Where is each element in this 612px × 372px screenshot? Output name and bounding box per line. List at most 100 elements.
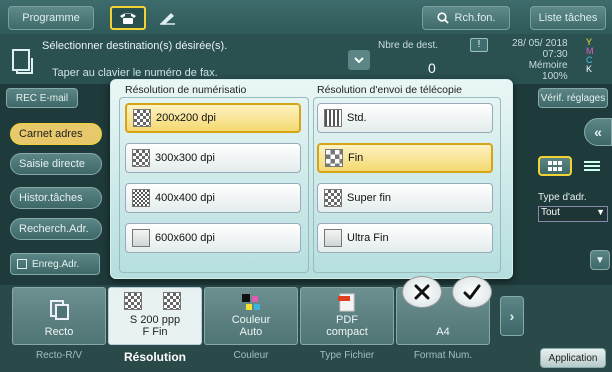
duplex-label: Recto-R/V — [35, 350, 83, 361]
scan-option-200[interactable]: 200x200 dpi — [125, 103, 301, 133]
resolution-600-icon — [132, 229, 150, 247]
register-icon — [17, 259, 27, 269]
rec-email-button[interactable]: REC E-mail — [6, 88, 78, 108]
fax-ultrafine-icon — [324, 229, 342, 247]
color-setting-card[interactable]: Couleur Auto — [204, 287, 298, 345]
fax-superfine-icon — [324, 189, 342, 207]
fax-option-ultrafine-label: Ultra Fin — [347, 232, 389, 244]
search-label: Rch.fon. — [454, 12, 496, 24]
fax-std-icon — [324, 109, 342, 127]
fax-option-superfine-label: Super fin — [347, 192, 392, 204]
register-address-label: Enreg.Adr. — [32, 258, 80, 270]
toner-levels: Y M C K — [586, 38, 594, 74]
fax-document-icon — [12, 49, 33, 74]
chevron-down-icon — [354, 57, 364, 63]
resolution-value: S 200 ppp F Fin — [129, 314, 181, 338]
scan-option-200-label: 200x200 dpi — [156, 112, 216, 124]
scroll-down-button[interactable]: ▼ — [590, 250, 610, 270]
double-chevron-left-icon: « — [594, 124, 602, 140]
cancel-button[interactable] — [402, 276, 442, 308]
resolution-200-icon — [133, 109, 151, 127]
fax-option-std[interactable]: Std. — [317, 103, 493, 133]
top-bar: Programme Rch.fon. Liste tâches — [0, 0, 612, 34]
address-type-label: Type d'adr. — [538, 192, 587, 203]
fax-mode-tab[interactable] — [110, 6, 146, 30]
fax-fine-icon — [325, 149, 343, 167]
destination-dropdown-button[interactable] — [348, 50, 370, 70]
resolution-setting-card[interactable]: S 200 ppp F Fin — [108, 287, 202, 345]
close-icon — [414, 284, 430, 300]
resolution-label: Résolution — [124, 350, 186, 364]
scan-resolution-icon — [124, 292, 142, 310]
address-type-value: Tout — [541, 207, 560, 218]
resolution-dialog: Résolution de numérisatio Résolution d'e… — [110, 79, 513, 279]
color-label: Couleur — [233, 350, 269, 361]
address-type-select[interactable]: Tout ▼ — [538, 206, 608, 222]
search-fn-button[interactable]: Rch.fon. — [422, 6, 510, 30]
fax-option-superfine[interactable]: Super fin — [317, 183, 493, 213]
scan-option-600[interactable]: 600x600 dpi — [125, 223, 301, 253]
list-view-toggle[interactable] — [576, 156, 608, 176]
file-type-setting-card[interactable]: PDF compact — [300, 287, 394, 345]
resolution-300-icon — [132, 149, 150, 167]
dest-count-value: 0 — [428, 60, 436, 76]
duplex-icon — [50, 300, 69, 320]
fax-option-fine[interactable]: Fin — [317, 143, 493, 173]
scan-size-label: Format Num. — [413, 350, 473, 361]
chevron-right-icon: › — [509, 308, 515, 324]
scan-option-600-label: 600x600 dpi — [155, 232, 215, 244]
fax-phone-icon — [120, 13, 136, 24]
fax-option-ultrafine[interactable]: Ultra Fin — [317, 223, 493, 253]
line-tab[interactable] — [150, 6, 186, 30]
resolution-400-icon — [132, 189, 150, 207]
pen-icon — [160, 13, 175, 25]
fax-option-fine-label: Fin — [348, 152, 364, 164]
grid-view-toggle[interactable] — [538, 156, 572, 176]
scan-option-300-label: 300x300 dpi — [155, 152, 215, 164]
instruction-line1: Sélectionner destination(s) désirée(s). — [42, 40, 228, 52]
check-settings-button[interactable]: Vérif. réglages — [538, 88, 608, 108]
list-view-icon — [584, 161, 600, 171]
arrow-down-icon: ▼ — [595, 254, 605, 266]
tab-programme[interactable]: Programme — [8, 6, 94, 30]
search-icon — [436, 12, 449, 24]
fax-option-std-label: Std. — [347, 112, 367, 124]
register-address-button[interactable]: Enreg.Adr. — [10, 253, 100, 275]
time: 07:30 — [542, 49, 568, 60]
sidebar-item-job-history[interactable]: Histor.tâches — [10, 187, 102, 209]
memory-value: 100% — [542, 71, 568, 82]
toner-k: K — [586, 64, 593, 74]
duplex-setting-card[interactable]: Recto — [12, 287, 106, 345]
file-type-value: PDF compact — [326, 314, 368, 338]
sidebar-item-direct-input[interactable]: Saisie directe — [10, 153, 102, 175]
dest-count-label: Nbre de dest. — [378, 40, 439, 51]
memory-label: Mémoire — [528, 60, 568, 71]
color-auto-icon — [242, 294, 260, 310]
scan-option-400-label: 400x400 dpi — [155, 192, 215, 204]
resolution-icons — [124, 292, 186, 310]
duplex-value: Recto — [44, 326, 74, 338]
grid-view-icon — [548, 161, 562, 171]
scan-option-300[interactable]: 300x300 dpi — [125, 143, 301, 173]
pdf-file-icon — [338, 293, 355, 312]
sidebar-item-address-book[interactable]: Carnet adres — [10, 123, 102, 145]
checkmark-icon — [463, 284, 481, 300]
scan-resolution-title: Résolution de numérisatio — [125, 84, 247, 96]
scan-option-400[interactable]: 400x400 dpi — [125, 183, 301, 213]
next-settings-button[interactable]: › — [500, 296, 524, 336]
fax-resolution-icon — [163, 292, 181, 310]
color-value: Couleur Auto — [231, 314, 271, 338]
date: 28/ 05/ 2018 — [512, 38, 568, 49]
panel-collapse-button[interactable]: « — [584, 118, 612, 146]
application-button[interactable]: Application — [540, 348, 606, 368]
dropdown-arrow-icon: ▼ — [596, 207, 605, 217]
ok-button[interactable] — [452, 276, 492, 308]
instruction-line2: Taper au clavier le numéro de fax. — [52, 67, 218, 79]
alert-icon[interactable]: ! — [470, 38, 488, 52]
date-time-memory: 28/ 05/ 2018 07:30 Mémoire 100% — [512, 38, 568, 82]
job-list-button[interactable]: Liste tâches — [530, 6, 606, 30]
sidebar-item-address-search[interactable]: Recherch.Adr. — [10, 218, 102, 240]
scan-size-value: A4 — [436, 326, 450, 338]
file-type-label: Type Fichier — [319, 350, 375, 361]
fax-resolution-title: Résolution d'envoi de télécopie — [317, 84, 463, 96]
